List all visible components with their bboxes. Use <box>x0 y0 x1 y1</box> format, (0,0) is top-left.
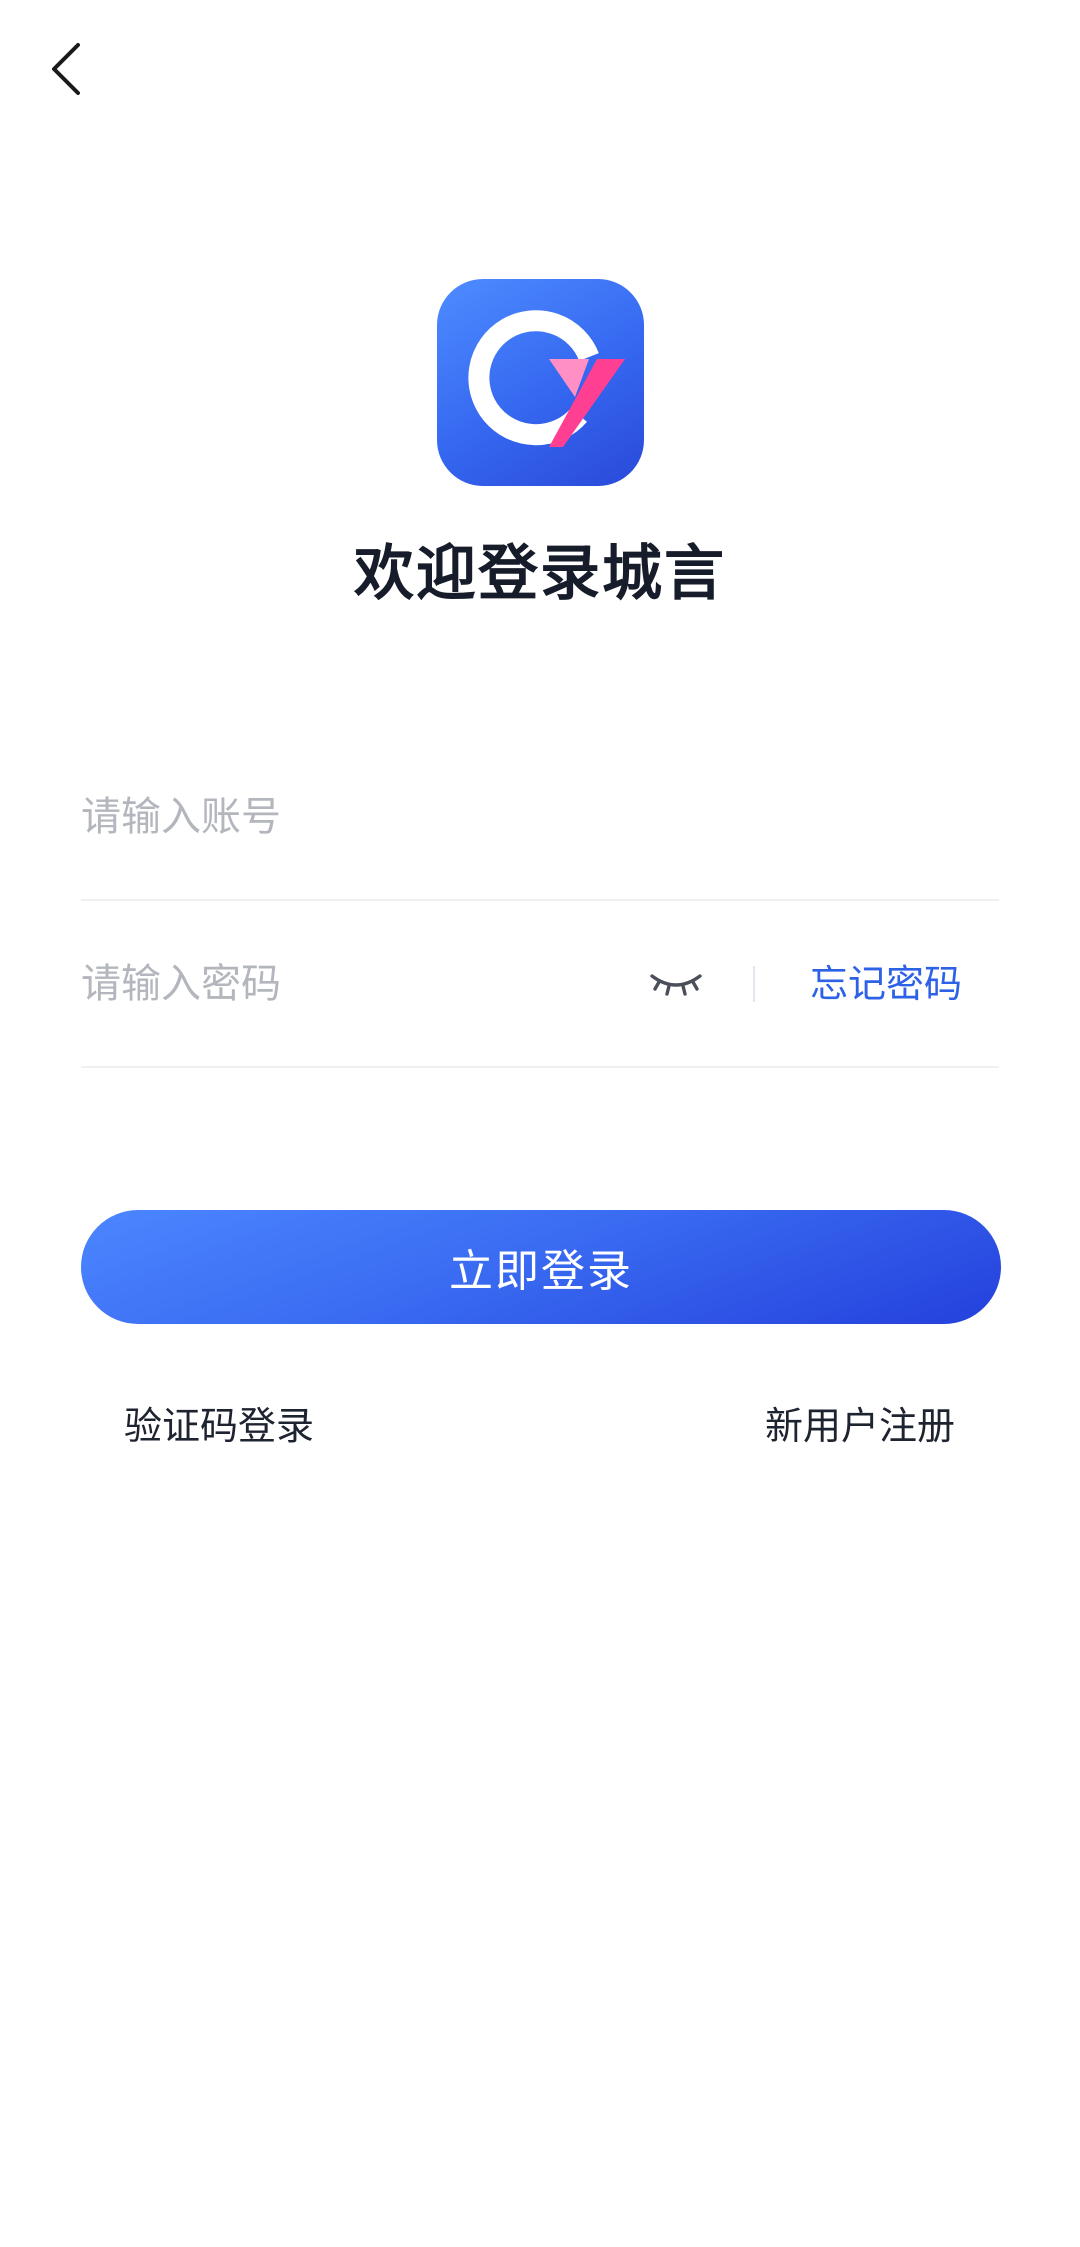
eye-closed-icon <box>650 974 702 996</box>
login-button[interactable]: 立即登录 <box>81 1210 1001 1324</box>
page-title: 欢迎登录城言 <box>354 539 726 609</box>
field-divider <box>753 966 755 1002</box>
back-button[interactable] <box>36 36 96 102</box>
sms-login-link[interactable]: 验证码登录 <box>124 1396 314 1456</box>
account-field-row <box>81 735 999 901</box>
register-link[interactable]: 新用户注册 <box>765 1396 955 1456</box>
chevron-left-icon <box>52 43 80 95</box>
password-visibility-toggle[interactable] <box>641 958 711 1010</box>
app-logo-icon <box>468 310 625 447</box>
app-logo <box>437 279 644 486</box>
password-input[interactable] <box>81 952 621 1016</box>
account-input[interactable] <box>81 785 999 849</box>
forgot-password-link[interactable]: 忘记密码 <box>810 952 962 1016</box>
password-field-row: 忘记密码 <box>81 902 999 1068</box>
